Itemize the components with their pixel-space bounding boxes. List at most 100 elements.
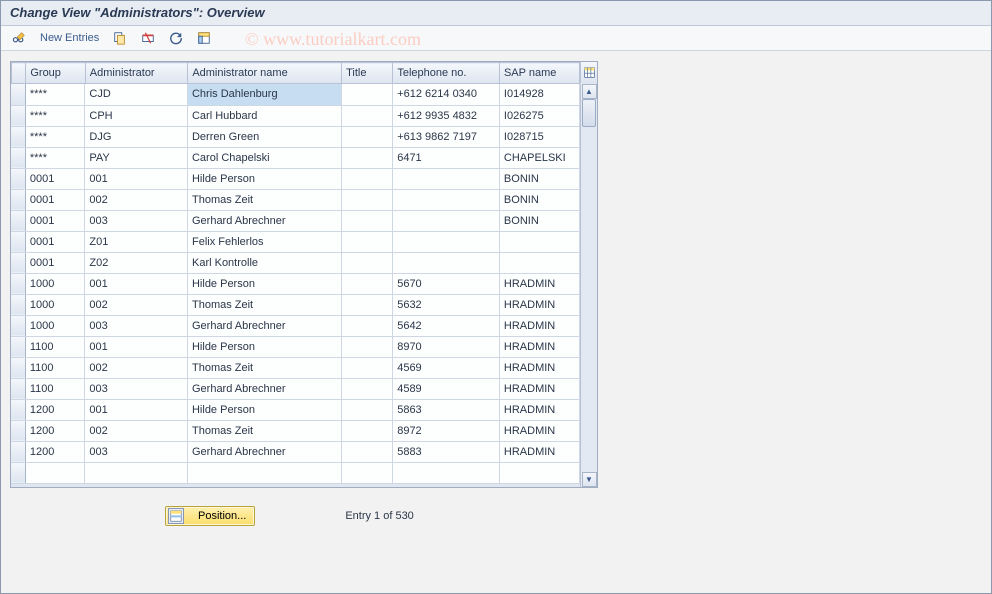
cell-sap[interactable]: I028715 xyxy=(499,126,579,147)
cell-tel[interactable]: 8970 xyxy=(393,336,500,357)
cell-tel[interactable] xyxy=(393,168,500,189)
cell-group[interactable]: **** xyxy=(25,105,85,126)
cell-tel[interactable]: +613 9862 7197 xyxy=(393,126,500,147)
cell-tel[interactable]: 8972 xyxy=(393,420,500,441)
new-entries-button[interactable]: New Entries xyxy=(36,31,103,45)
row-selector[interactable] xyxy=(11,84,25,105)
cell-admin[interactable]: 003 xyxy=(85,210,188,231)
cell-name[interactable]: Felix Fehlerlos xyxy=(187,231,341,252)
cell-admin[interactable]: 003 xyxy=(85,441,188,462)
cell-name[interactable]: Karl Kontrolle xyxy=(187,252,341,273)
cell-title[interactable] xyxy=(341,357,392,378)
table-settings-button[interactable] xyxy=(580,62,597,83)
cell-admin[interactable]: 002 xyxy=(85,189,188,210)
cell-tel[interactable] xyxy=(393,189,500,210)
cell-sap[interactable] xyxy=(499,252,579,273)
cell-title[interactable] xyxy=(341,294,392,315)
scrollbar-thumb[interactable] xyxy=(582,99,596,127)
cell-tel[interactable]: 5883 xyxy=(393,441,500,462)
cell-group[interactable]: 0001 xyxy=(25,252,85,273)
select-all-rows-header[interactable] xyxy=(12,63,26,84)
cell-name[interactable]: Chris Dahlenburg xyxy=(187,84,341,105)
cell-admin[interactable]: 003 xyxy=(85,315,188,336)
cell-name[interactable]: Thomas Zeit xyxy=(187,420,341,441)
cell-tel[interactable] xyxy=(393,252,500,273)
cell-title[interactable] xyxy=(341,126,392,147)
row-selector[interactable] xyxy=(11,462,25,483)
row-selector[interactable] xyxy=(11,420,25,441)
cell-name[interactable]: Gerhard Abrechner xyxy=(187,378,341,399)
cell-group[interactable]: 1000 xyxy=(25,273,85,294)
cell-tel[interactable]: +612 6214 0340 xyxy=(393,84,500,105)
cell-title[interactable] xyxy=(341,231,392,252)
cell-admin[interactable]: Z02 xyxy=(85,252,188,273)
cell-title[interactable] xyxy=(341,420,392,441)
row-selector[interactable] xyxy=(11,378,25,399)
row-selector[interactable] xyxy=(11,357,25,378)
cell-group[interactable]: **** xyxy=(25,147,85,168)
cell-tel[interactable]: 4589 xyxy=(393,378,500,399)
cell-admin[interactable]: 003 xyxy=(85,378,188,399)
row-selector[interactable] xyxy=(11,441,25,462)
cell-tel[interactable]: 5863 xyxy=(393,399,500,420)
cell-title[interactable] xyxy=(341,441,392,462)
row-selector[interactable] xyxy=(11,231,25,252)
cell-admin[interactable]: 001 xyxy=(85,399,188,420)
cell-title[interactable] xyxy=(341,378,392,399)
cell-name[interactable]: Thomas Zeit xyxy=(187,357,341,378)
cell-name[interactable]: Thomas Zeit xyxy=(187,189,341,210)
select-all-button[interactable] xyxy=(193,30,215,46)
cell-name[interactable]: Hilde Person xyxy=(187,168,341,189)
cell-name[interactable]: Hilde Person xyxy=(187,273,341,294)
cell-sap[interactable]: BONIN xyxy=(499,168,579,189)
row-selector[interactable] xyxy=(11,252,25,273)
cell-group[interactable]: 1000 xyxy=(25,294,85,315)
cell-group[interactable]: **** xyxy=(25,84,85,105)
cell-tel[interactable]: 5670 xyxy=(393,273,500,294)
cell-group[interactable]: 0001 xyxy=(25,168,85,189)
cell-tel[interactable] xyxy=(393,210,500,231)
cell-admin[interactable]: 001 xyxy=(85,168,188,189)
toggle-display-change-button[interactable] xyxy=(8,30,30,46)
cell-name[interactable]: Thomas Zeit xyxy=(187,294,341,315)
column-header-telephone[interactable]: Telephone no. xyxy=(393,63,500,84)
cell-title[interactable] xyxy=(341,147,392,168)
cell-group[interactable]: 1100 xyxy=(25,357,85,378)
cell-sap[interactable]: I026275 xyxy=(499,105,579,126)
cell-sap[interactable] xyxy=(499,231,579,252)
cell-sap[interactable]: I014928 xyxy=(499,84,579,105)
row-selector[interactable] xyxy=(11,273,25,294)
scrollbar-track[interactable] xyxy=(581,99,597,472)
row-selector[interactable] xyxy=(11,399,25,420)
cell-group[interactable]: 1100 xyxy=(25,378,85,399)
cell-sap[interactable]: CHAPELSKI xyxy=(499,147,579,168)
cell-title[interactable] xyxy=(341,252,392,273)
cell-name[interactable]: Derren Green xyxy=(187,126,341,147)
cell-sap[interactable]: BONIN xyxy=(499,189,579,210)
delete-button[interactable] xyxy=(137,30,159,46)
cell-title[interactable] xyxy=(341,399,392,420)
cell-title[interactable] xyxy=(341,273,392,294)
vertical-scrollbar[interactable]: ▲ ▼ xyxy=(580,84,597,487)
cell-name[interactable]: Carol Chapelski xyxy=(187,147,341,168)
cell-admin[interactable]: 002 xyxy=(85,357,188,378)
position-button[interactable]: Position... xyxy=(165,506,255,526)
cell-title[interactable] xyxy=(341,315,392,336)
cell-tel[interactable]: 5632 xyxy=(393,294,500,315)
row-selector[interactable] xyxy=(11,105,25,126)
cell-title[interactable] xyxy=(341,189,392,210)
cell-sap[interactable]: HRADMIN xyxy=(499,357,579,378)
scroll-up-button[interactable]: ▲ xyxy=(582,84,597,99)
cell-group[interactable]: 0001 xyxy=(25,189,85,210)
column-header-title[interactable]: Title xyxy=(342,63,393,84)
row-selector[interactable] xyxy=(11,210,25,231)
undo-change-button[interactable] xyxy=(165,30,187,46)
cell-admin[interactable]: CJD xyxy=(85,84,188,105)
cell-sap[interactable]: HRADMIN xyxy=(499,441,579,462)
cell-group[interactable]: 1200 xyxy=(25,441,85,462)
row-selector[interactable] xyxy=(11,189,25,210)
column-header-group[interactable]: Group xyxy=(26,63,85,84)
cell-group[interactable]: 0001 xyxy=(25,210,85,231)
cell-sap[interactable]: HRADMIN xyxy=(499,336,579,357)
cell-admin[interactable]: CPH xyxy=(85,105,188,126)
